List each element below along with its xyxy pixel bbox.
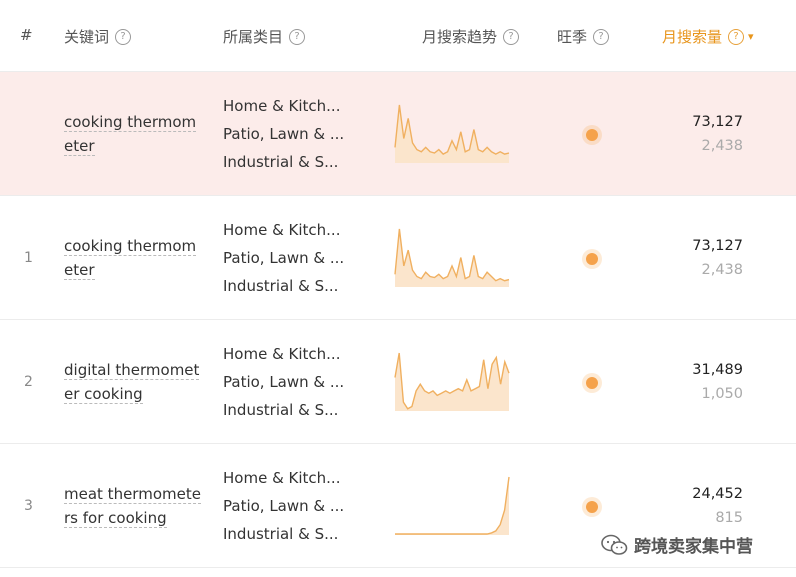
trend-area: [395, 353, 509, 411]
trend-area: [395, 477, 509, 535]
category-item: Patio, Lawn & ...: [223, 373, 345, 391]
keyword-text: cooking thermometer: [64, 113, 197, 156]
header-volume-sort[interactable]: 月搜索量 ? ▾: [662, 26, 754, 47]
question-circle-icon[interactable]: ?: [115, 28, 132, 45]
daily-volume: 815: [715, 510, 743, 526]
search-volume: 73,127 2,438: [692, 110, 743, 158]
trend-sparkline[interactable]: [392, 102, 512, 166]
wechat-icon: [601, 534, 628, 555]
trend-area: [395, 105, 509, 163]
header-rank: #: [20, 26, 33, 44]
category-list: Home & Kitch... Patio, Lawn & ... Industri…: [223, 216, 344, 300]
keyword-text: meat thermometers for cooking: [64, 485, 201, 528]
header-keyword[interactable]: 关键词 ?: [64, 26, 132, 47]
keyword-link[interactable]: digital thermometer cooking: [64, 358, 204, 406]
category-item: Patio, Lawn & ...: [223, 249, 345, 267]
daily-volume: 1,050: [701, 386, 743, 402]
monthly-volume: 73,127: [692, 114, 743, 130]
trend-line: [395, 476, 510, 535]
season-dot-icon[interactable]: [586, 501, 598, 513]
category-item: Home & Kitch...: [223, 469, 341, 487]
search-volume: 31,489 1,050: [692, 358, 743, 406]
row-rank: 2: [24, 374, 33, 390]
keyword-text: digital thermometer cooking: [64, 361, 200, 404]
category-item: Home & Kitch...: [223, 345, 341, 363]
table-row[interactable]: 1 cooking thermometer Home & Kitch... Patio…: [0, 196, 796, 320]
question-circle-icon[interactable]: ?: [728, 28, 745, 45]
keyword-link[interactable]: meat thermometers for cooking: [64, 482, 204, 530]
question-circle-icon[interactable]: ?: [289, 28, 306, 45]
daily-volume: 2,438: [701, 138, 743, 154]
chevron-down-icon[interactable]: ▾: [748, 30, 754, 43]
monthly-volume: 24,452: [692, 486, 743, 502]
header-category[interactable]: 所属类目 ?: [223, 26, 306, 47]
question-circle-icon[interactable]: ?: [593, 28, 610, 45]
season-dot-icon[interactable]: [586, 253, 598, 265]
search-volume: 24,452 815: [692, 482, 743, 530]
search-volume: 73,127 2,438: [692, 234, 743, 282]
monthly-volume: 73,127: [692, 238, 743, 254]
category-list: Home & Kitch... Patio, Lawn & ... Industri…: [223, 340, 344, 424]
watermark: 跨境卖家集中营: [600, 532, 753, 557]
trend-sparkline[interactable]: [392, 226, 512, 290]
keyword-text: cooking thermometer: [64, 237, 197, 280]
monthly-volume: 31,489: [692, 362, 743, 378]
header-trend[interactable]: 月搜索趋势 ?: [422, 26, 520, 47]
row-rank: 1: [24, 250, 33, 266]
keyword-link[interactable]: cooking thermometer: [64, 110, 204, 158]
category-list: Home & Kitch... Patio, Lawn & ... Industri…: [223, 92, 344, 176]
trend-sparkline[interactable]: [392, 350, 512, 414]
category-list: Home & Kitch... Patio, Lawn & ... Industri…: [223, 464, 344, 548]
daily-volume: 2,438: [701, 262, 743, 278]
keyword-link[interactable]: cooking thermometer: [64, 234, 204, 282]
category-item: Home & Kitch...: [223, 221, 341, 239]
header-season[interactable]: 旺季 ?: [557, 26, 610, 47]
season-dot-icon[interactable]: [586, 129, 598, 141]
table-header: # 关键词 ? 所属类目 ? 月搜索趋势 ? 旺季 ? 月搜索量 ? ▾: [0, 0, 796, 72]
question-circle-icon[interactable]: ?: [503, 28, 520, 45]
trend-area: [395, 229, 509, 287]
category-item: Industrial & S...: [223, 525, 339, 543]
table-row[interactable]: cooking thermometer Home & Kitch... Patio,…: [0, 72, 796, 196]
category-item: Industrial & S...: [223, 153, 339, 171]
season-dot-icon[interactable]: [586, 377, 598, 389]
category-item: Patio, Lawn & ...: [223, 125, 345, 143]
category-item: Home & Kitch...: [223, 97, 341, 115]
category-item: Patio, Lawn & ...: [223, 497, 345, 515]
category-item: Industrial & S...: [223, 277, 339, 295]
category-item: Industrial & S...: [223, 401, 339, 419]
row-rank: 3: [24, 498, 33, 514]
table-row[interactable]: 2 digital thermometer cooking Home & Kitch…: [0, 320, 796, 444]
trend-sparkline[interactable]: [392, 474, 512, 538]
